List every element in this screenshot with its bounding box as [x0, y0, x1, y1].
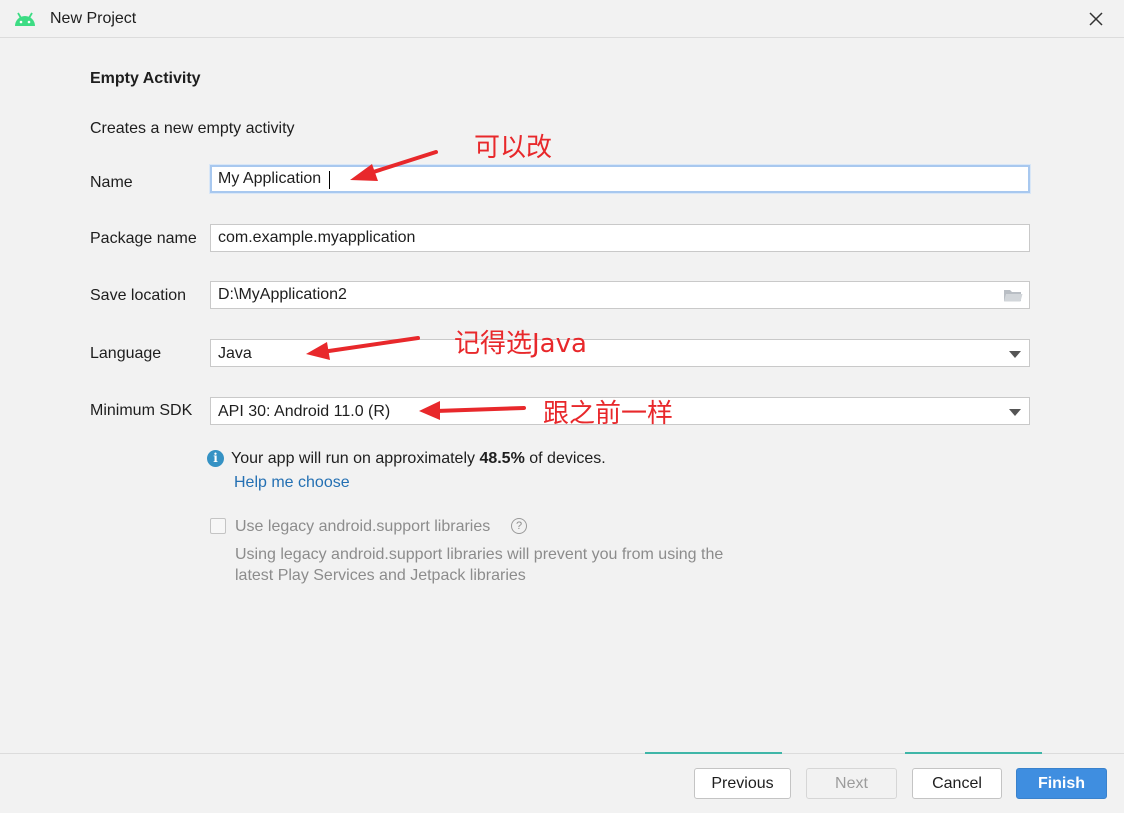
language-value: Java: [218, 345, 252, 362]
android-icon: [15, 12, 35, 26]
annotation-language: 记得选Java: [454, 329, 587, 359]
legacy-support-label: Use legacy android.support libraries: [235, 518, 491, 535]
language-label: Language: [90, 345, 162, 362]
chevron-down-icon[interactable]: [1009, 351, 1021, 358]
coverage-percentage: 48.5%: [479, 450, 525, 467]
save-location-label: Save location: [90, 287, 187, 304]
package-name-input[interactable]: [218, 225, 978, 251]
question-mark-icon[interactable]: ?: [511, 518, 527, 534]
name-field[interactable]: [210, 165, 1030, 193]
coverage-suffix: of devices.: [524, 450, 606, 467]
package-name-field[interactable]: [210, 224, 1030, 252]
package-name-label: Package name: [90, 230, 197, 247]
min-sdk-label: Minimum SDK: [90, 402, 193, 419]
annotation-name: 可以改: [474, 133, 553, 163]
annotation-sdk: 跟之前一样: [543, 399, 674, 429]
previous-button[interactable]: Previous: [694, 768, 791, 799]
language-select[interactable]: Java: [210, 339, 1030, 367]
info-icon: i: [207, 450, 224, 467]
legacy-support-checkbox[interactable]: [210, 518, 226, 534]
cancel-button[interactable]: Cancel: [912, 768, 1002, 799]
min-sdk-value: API 30: Android 11.0 (R): [218, 403, 391, 420]
folder-icon[interactable]: [1003, 288, 1023, 303]
name-input[interactable]: [218, 166, 978, 192]
coverage-prefix: Your app will run on approximately: [231, 450, 480, 467]
save-location-field[interactable]: [210, 281, 1030, 309]
progress-stripe: [645, 752, 782, 754]
window-title: New Project: [50, 10, 137, 27]
legacy-support-description: Using legacy android.support libraries w…: [235, 546, 724, 584]
finish-button[interactable]: Finish: [1016, 768, 1107, 799]
text-caret: [329, 171, 330, 189]
chevron-down-icon[interactable]: [1009, 409, 1021, 416]
progress-stripe: [905, 752, 1042, 754]
close-icon[interactable]: [1083, 6, 1109, 32]
name-label: Name: [90, 174, 133, 191]
page-description: Creates a new empty activity: [90, 120, 295, 137]
page-heading: Empty Activity: [90, 70, 201, 87]
title-bar: New Project: [0, 0, 1124, 38]
device-coverage-text: Your app will run on approximately 48.5%…: [231, 450, 606, 468]
next-button: Next: [806, 768, 897, 799]
save-location-input[interactable]: [218, 282, 978, 308]
help-me-choose-link[interactable]: Help me choose: [234, 474, 350, 492]
